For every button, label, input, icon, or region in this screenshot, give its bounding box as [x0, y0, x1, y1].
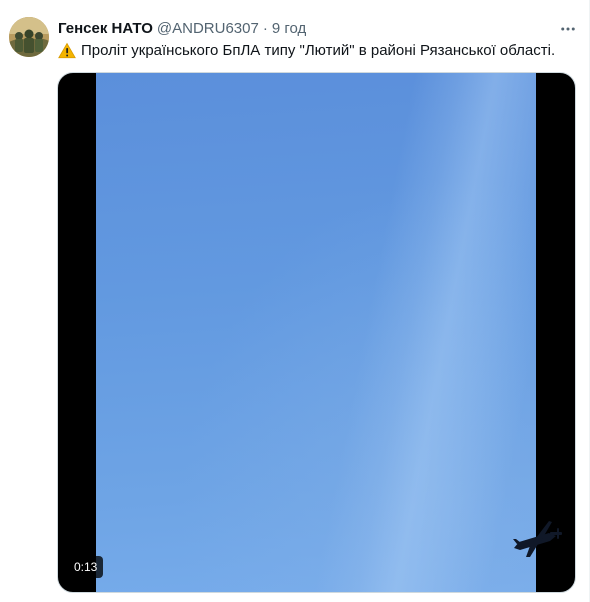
more-options-button[interactable]	[557, 18, 579, 40]
header-separator: ·	[262, 20, 268, 37]
soldiers-group-avatar	[9, 17, 49, 57]
video-frame-sky	[96, 73, 562, 592]
video-duration-badge: 0:13	[68, 556, 104, 578]
tweet-body: Проліт українського БпЛА типу "Лютий" в …	[81, 42, 556, 59]
drone-icon	[513, 521, 562, 557]
tweet-card[interactable]: Генсек НАТО @ANDRU6307 · 9 год Проліт ук…	[0, 0, 590, 602]
tweet-text: Проліт українського БпЛА типу "Лютий" в …	[58, 41, 578, 61]
tweet-header: Генсек НАТО @ANDRU6307 · 9 год	[58, 19, 306, 39]
more-horizontal-icon	[561, 27, 575, 31]
tweet-timestamp[interactable]: 9 год	[272, 19, 306, 39]
video-media[interactable]: 0:13	[57, 72, 576, 593]
warning-icon	[58, 42, 76, 59]
avatar[interactable]	[9, 17, 49, 57]
author-display-name[interactable]: Генсек НАТО	[58, 19, 153, 39]
author-handle[interactable]: @ANDRU6307	[157, 19, 259, 39]
